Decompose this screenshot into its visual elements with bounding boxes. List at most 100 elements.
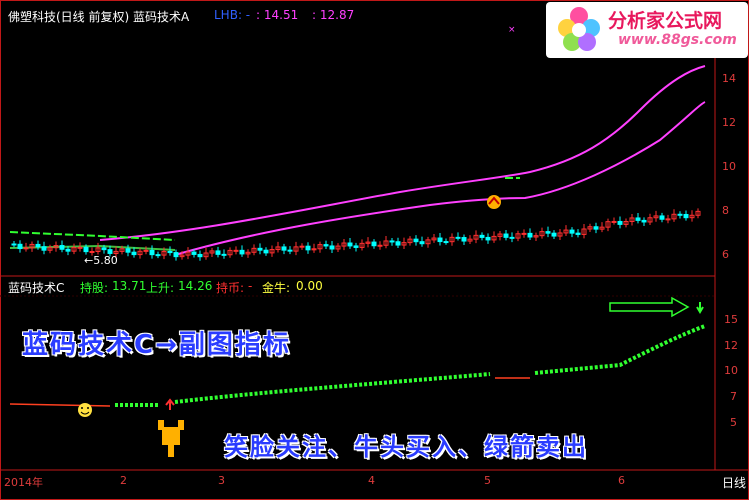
gold-value: 0.00 bbox=[296, 279, 323, 293]
chart-frame bbox=[0, 0, 749, 500]
x-tick: 6 bbox=[618, 474, 625, 487]
candle-body bbox=[131, 251, 137, 256]
candle-body bbox=[395, 241, 401, 246]
smiley-icon bbox=[78, 403, 92, 417]
sub-y-tick: 12 bbox=[724, 339, 738, 352]
main-indicator-lines bbox=[9, 65, 706, 256]
candle-body bbox=[221, 253, 227, 256]
sub-y-tick: 10 bbox=[724, 364, 738, 377]
candle-body bbox=[101, 247, 107, 251]
candle-body bbox=[641, 219, 647, 223]
green-signal-line bbox=[9, 177, 520, 241]
sub-indicator-name: 蓝码技术C bbox=[8, 281, 65, 295]
candle-body bbox=[257, 247, 263, 251]
lhb-label: LHB: - bbox=[214, 8, 251, 22]
y-tick: 10 bbox=[722, 160, 736, 173]
candle-body bbox=[35, 243, 41, 248]
candle-body bbox=[683, 213, 689, 219]
logo-url: www.88gs.com bbox=[618, 32, 737, 48]
candle-body bbox=[371, 241, 377, 247]
ma-long-line bbox=[174, 101, 706, 256]
candle-body bbox=[569, 229, 575, 234]
candle-body bbox=[149, 249, 155, 256]
candle-body bbox=[11, 243, 17, 246]
flower-logo-icon bbox=[558, 7, 600, 51]
stock-chart[interactable]: × bbox=[0, 0, 749, 500]
candle-body bbox=[89, 250, 95, 253]
candle-body bbox=[263, 249, 269, 254]
candle-body bbox=[593, 226, 599, 230]
candle-body bbox=[59, 245, 65, 250]
overlay-note: 笑脸关注、牛头买入、绿箭卖出 bbox=[224, 433, 588, 461]
candle-body bbox=[479, 234, 485, 238]
sell-arrow-icon bbox=[609, 296, 690, 318]
low-price-label: ←5.80 bbox=[84, 254, 118, 267]
chart-title: 佛塑科技(日线 前复权) 蓝码技术A bbox=[8, 10, 190, 24]
candle-body bbox=[389, 240, 395, 243]
candle-body bbox=[611, 220, 617, 223]
y-tick: 8 bbox=[722, 204, 729, 217]
candle-body bbox=[545, 231, 551, 234]
candle-body bbox=[41, 246, 47, 251]
header-value-b: : 12.87 bbox=[312, 8, 355, 22]
logo-name: 分析家公式网 bbox=[608, 10, 723, 32]
candle-body bbox=[287, 249, 293, 252]
candle-body bbox=[125, 248, 131, 253]
candle-body bbox=[659, 215, 665, 220]
candle-body bbox=[305, 245, 311, 251]
sub-y-tick: 5 bbox=[730, 416, 737, 429]
candle-body bbox=[347, 242, 353, 247]
candle-body bbox=[503, 233, 509, 238]
candle-body bbox=[485, 236, 491, 241]
rise-value: 14.26 bbox=[178, 279, 213, 293]
hold-value: 13.71 bbox=[112, 279, 147, 293]
candle-body bbox=[677, 213, 683, 216]
hold-label: 持股: bbox=[80, 281, 109, 295]
up-arrow-icon bbox=[165, 398, 175, 410]
candle-body bbox=[239, 249, 245, 255]
candle-body bbox=[17, 243, 23, 250]
ma-short-line bbox=[99, 65, 706, 241]
candle-body bbox=[419, 241, 425, 245]
candle-body bbox=[527, 232, 533, 238]
down-arrow-icon bbox=[696, 302, 704, 314]
candle-body bbox=[377, 244, 383, 247]
candle-body bbox=[143, 249, 149, 252]
candle-body bbox=[299, 245, 305, 248]
candle-body bbox=[329, 245, 335, 250]
candle-body bbox=[65, 248, 71, 252]
period-label: 日线 bbox=[722, 476, 747, 490]
candle-body bbox=[197, 253, 203, 258]
candle-body bbox=[509, 236, 515, 239]
x-tick: 2014年 bbox=[4, 476, 43, 489]
y-tick: 14 bbox=[722, 72, 736, 85]
candle-body bbox=[353, 245, 359, 248]
header-value-a: : 14.51 bbox=[256, 8, 299, 22]
y-tick: 6 bbox=[722, 248, 729, 261]
candle-body bbox=[461, 237, 467, 242]
coin-label: 持币: bbox=[216, 281, 245, 295]
candle-body bbox=[575, 232, 581, 235]
candle-body bbox=[215, 250, 221, 255]
overlay-title: 蓝码技术C→副图指标 bbox=[22, 330, 291, 360]
candle-body bbox=[77, 246, 83, 249]
candle-body bbox=[281, 246, 287, 251]
x-tick: 5 bbox=[484, 474, 491, 487]
gold-label: 金牛: bbox=[262, 281, 291, 295]
candle-body bbox=[191, 251, 197, 255]
candle-body bbox=[167, 250, 173, 254]
candle-body bbox=[455, 236, 461, 239]
candle-body bbox=[23, 247, 29, 250]
x-tick: 3 bbox=[218, 474, 225, 487]
coin-value: - bbox=[248, 279, 253, 293]
candle-body bbox=[107, 249, 113, 254]
sub-y-tick: 7 bbox=[730, 390, 737, 403]
candle-body bbox=[617, 220, 623, 225]
candle-body bbox=[521, 232, 527, 235]
candle-body bbox=[443, 241, 449, 244]
x-tick: 4 bbox=[368, 474, 375, 487]
candle-body bbox=[173, 252, 179, 258]
candle-body bbox=[437, 237, 443, 243]
candle-body bbox=[413, 238, 419, 243]
candle-body bbox=[323, 244, 329, 247]
